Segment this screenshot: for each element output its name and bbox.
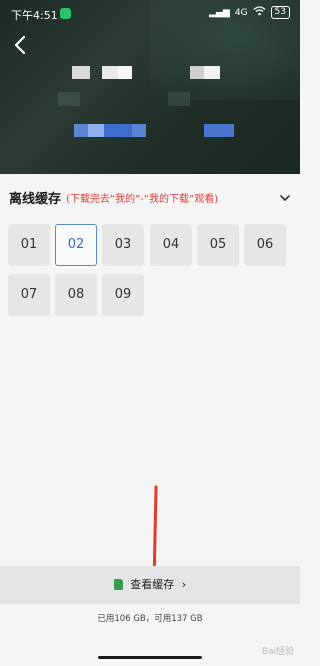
episode-button-selected[interactable]: 02: [55, 224, 97, 266]
section-title: 离线缓存: [9, 192, 62, 207]
video-header: 下午4:51 ▂▄▆ 4G 53: [0, 0, 300, 174]
signal-icon: ▂▄▆: [209, 7, 230, 18]
chevron-right-icon: ›: [181, 578, 187, 591]
chevron-down-icon: [280, 195, 290, 201]
episode-button[interactable]: 04: [150, 224, 192, 266]
home-indicator[interactable]: [98, 656, 202, 659]
mosaic-block: [204, 66, 220, 79]
episode-button[interactable]: 01: [8, 224, 50, 266]
watermark: Bai经验: [261, 647, 294, 657]
wifi-icon: [253, 6, 266, 19]
mosaic-block: [104, 124, 132, 137]
battery-icon: 53: [270, 6, 290, 19]
episode-button[interactable]: 08: [55, 274, 97, 316]
episode-button[interactable]: 05: [197, 224, 239, 266]
mosaic-block: [102, 66, 118, 79]
section-hint: (下载完去“我的”-“我的下载”观看): [66, 194, 219, 205]
app-notification-icon: [60, 8, 71, 19]
offline-cache-header: 离线缓存 (下载完去“我的”-“我的下载”观看): [0, 174, 300, 220]
sd-card-icon: [113, 579, 123, 590]
back-button[interactable]: [8, 32, 34, 58]
mosaic-block: [132, 124, 146, 137]
mosaic-block: [168, 92, 190, 106]
mosaic-block: [88, 124, 104, 137]
mosaic-block: [74, 124, 88, 137]
mosaic-block: [58, 92, 80, 106]
back-arrow-icon: [14, 35, 26, 55]
episode-button[interactable]: 07: [8, 274, 50, 316]
episode-button[interactable]: 09: [102, 274, 144, 316]
mosaic-block: [118, 66, 132, 79]
status-bar: 下午4:51 ▂▄▆ 4G 53: [0, 0, 300, 28]
storage-info: 已用106 GB，可用137 GB: [97, 614, 203, 624]
view-cache-label: 查看缓存: [130, 578, 175, 591]
status-icons: ▂▄▆ 4G 53: [209, 6, 290, 19]
mosaic-block: [190, 66, 204, 79]
episode-button[interactable]: 03: [102, 224, 144, 266]
collapse-button[interactable]: [278, 190, 292, 204]
network-type-label: 4G: [234, 7, 248, 18]
mosaic-block: [204, 124, 234, 137]
mosaic-block: [72, 66, 90, 79]
status-time: 下午4:51: [11, 9, 58, 22]
view-cache-content: 查看缓存 ›: [0, 576, 300, 592]
episode-button[interactable]: 06: [244, 224, 286, 266]
view-cache-button[interactable]: 查看缓存 ›: [0, 566, 300, 604]
